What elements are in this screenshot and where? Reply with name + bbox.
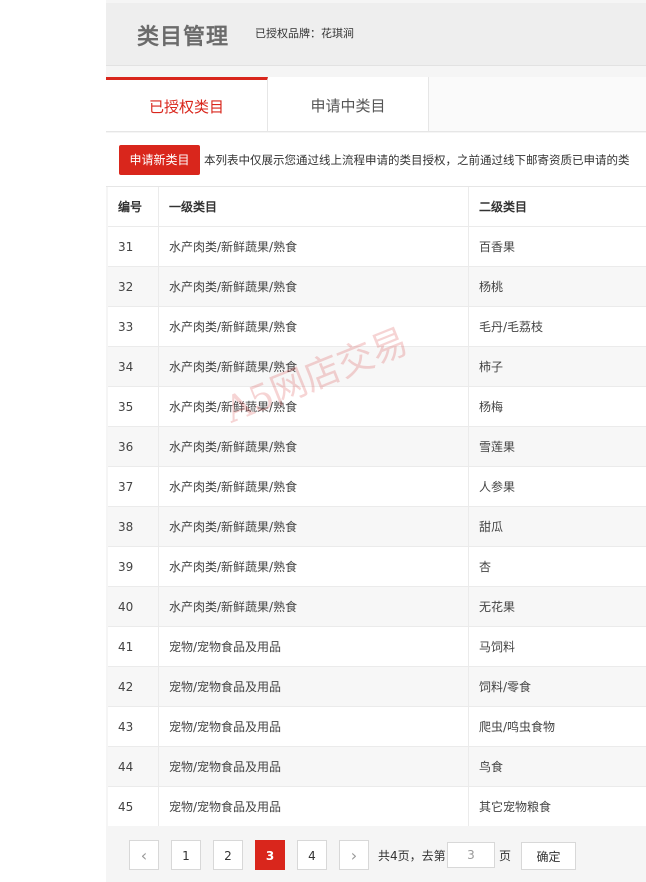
cell-level2-category: 柿子 xyxy=(468,346,646,387)
table-row: 35 水产肉类/新鲜蔬果/熟食 杨梅 xyxy=(108,386,646,427)
page-header: 类目管理 已授权品牌：花琪涧 xyxy=(106,3,646,66)
category-tabs: 已授权类目 申请中类目 xyxy=(106,77,646,132)
cell-level1-category: 水产肉类/新鲜蔬果/熟食 xyxy=(158,426,469,467)
cell-number: 40 xyxy=(108,586,159,627)
cell-number: 36 xyxy=(108,426,159,467)
page-suffix-text: 页 xyxy=(499,849,512,863)
category-table: 编号 一级类目 二级类目 31 水产肉类/新鲜蔬果/熟食 百香果 32 水产肉类/新鲜… xyxy=(108,187,646,827)
cell-number: 43 xyxy=(108,706,159,747)
table-row: 37 水产肉类/新鲜蔬果/熟食 人参果 xyxy=(108,466,646,507)
table-row: 41 宠物/宠物食品及用品 马饲料 xyxy=(108,626,646,667)
cell-number: 39 xyxy=(108,546,159,587)
cell-level2-category: 毛丹/毛荔枝 xyxy=(468,306,646,347)
page-title: 类目管理 xyxy=(137,25,230,50)
page-button-1[interactable]: 1 xyxy=(171,840,201,870)
cell-level1-category: 水产肉类/新鲜蔬果/熟食 xyxy=(158,386,469,427)
cell-number: 32 xyxy=(108,266,159,307)
cell-level1-category: 水产肉类/新鲜蔬果/熟食 xyxy=(158,306,469,347)
cell-level2-category: 爬虫/鸣虫食物 xyxy=(468,706,646,747)
cell-level2-category: 甜瓜 xyxy=(468,506,646,547)
authorized-brand-label: 已授权品牌：花琪涧 xyxy=(255,27,354,40)
table-row: 45 宠物/宠物食品及用品 其它宠物粮食 xyxy=(108,786,646,827)
page-margin xyxy=(0,0,106,882)
category-management-panel: 类目管理 已授权品牌：花琪涧 已授权类目 申请中类目 申请新类目 本列表中仅展示… xyxy=(106,0,646,882)
cell-level1-category: 水产肉类/新鲜蔬果/熟食 xyxy=(158,506,469,547)
cell-number: 31 xyxy=(108,226,159,267)
cell-number: 33 xyxy=(108,306,159,347)
cell-level2-category: 饲料/零食 xyxy=(468,666,646,707)
cell-level1-category: 宠物/宠物食品及用品 xyxy=(158,706,469,747)
cell-number: 44 xyxy=(108,746,159,787)
cell-level1-category: 水产肉类/新鲜蔬果/熟食 xyxy=(158,346,469,387)
total-pages-text: 共4页，去第 xyxy=(378,849,446,863)
cell-level1-category: 水产肉类/新鲜蔬果/熟食 xyxy=(158,586,469,627)
cell-level2-category: 无花果 xyxy=(468,586,646,627)
cell-number: 34 xyxy=(108,346,159,387)
table-row: 31 水产肉类/新鲜蔬果/熟食 百香果 xyxy=(108,226,646,267)
page-button-3-current[interactable]: 3 xyxy=(255,840,285,870)
pagination: ‹ 1 2 3 4 › 共4页，去第 页 确定 xyxy=(106,826,646,882)
prev-page-icon[interactable]: ‹ xyxy=(129,840,159,870)
list-notice-text: 本列表中仅展示您通过线上流程申请的类目授权，之前通过线下邮寄资质已申请的类 xyxy=(204,153,630,167)
cell-level1-category: 宠物/宠物食品及用品 xyxy=(158,786,469,827)
cell-level2-category: 雪莲果 xyxy=(468,426,646,467)
cell-level1-category: 水产肉类/新鲜蔬果/熟食 xyxy=(158,546,469,587)
cell-level1-category: 宠物/宠物食品及用品 xyxy=(158,746,469,787)
table-row: 43 宠物/宠物食品及用品 爬虫/鸣虫食物 xyxy=(108,706,646,747)
cell-number: 41 xyxy=(108,626,159,667)
cell-level1-category: 宠物/宠物食品及用品 xyxy=(158,626,469,667)
toolbar: 申请新类目 本列表中仅展示您通过线上流程申请的类目授权，之前通过线下邮寄资质已申… xyxy=(106,133,646,187)
apply-new-category-button[interactable]: 申请新类目 xyxy=(119,145,200,175)
page-button-2[interactable]: 2 xyxy=(213,840,243,870)
table-row: 44 宠物/宠物食品及用品 鸟食 xyxy=(108,746,646,787)
tab-pending-categories[interactable]: 申请中类目 xyxy=(268,77,429,131)
goto-confirm-button[interactable]: 确定 xyxy=(521,842,576,870)
cell-level1-category: 宠物/宠物食品及用品 xyxy=(158,666,469,707)
cell-number: 45 xyxy=(108,786,159,827)
next-page-icon[interactable]: › xyxy=(339,840,369,870)
tab-bar-filler xyxy=(429,77,646,131)
cell-level2-category: 杨桃 xyxy=(468,266,646,307)
table-row: 38 水产肉类/新鲜蔬果/熟食 甜瓜 xyxy=(108,506,646,547)
cell-level2-category: 杏 xyxy=(468,546,646,587)
page-button-4[interactable]: 4 xyxy=(297,840,327,870)
cell-level2-category: 鸟食 xyxy=(468,746,646,787)
table-row: 39 水产肉类/新鲜蔬果/熟食杏 xyxy=(108,546,646,587)
table-row: 42 宠物/宠物食品及用品 饲料/零食 xyxy=(108,666,646,707)
cell-number: 38 xyxy=(108,506,159,547)
cell-number: 37 xyxy=(108,466,159,507)
table-row: 33 水产肉类/新鲜蔬果/熟食 毛丹/毛荔枝 xyxy=(108,306,646,347)
cell-level2-category: 马饲料 xyxy=(468,626,646,667)
column-header-level1-category: 一级类目 xyxy=(158,187,469,227)
column-header-number: 编号 xyxy=(108,187,159,227)
cell-level1-category: 水产肉类/新鲜蔬果/熟食 xyxy=(158,226,469,267)
table-row: 32 水产肉类/新鲜蔬果/熟食 杨桃 xyxy=(108,266,646,307)
cell-level2-category: 百香果 xyxy=(468,226,646,267)
cell-level2-category: 其它宠物粮食 xyxy=(468,786,646,827)
table-row: 34 水产肉类/新鲜蔬果/熟食 柿子 xyxy=(108,346,646,387)
cell-number: 35 xyxy=(108,386,159,427)
table-row: 36 水产肉类/新鲜蔬果/熟食 雪莲果 xyxy=(108,426,646,467)
column-header-level2-category: 二级类目 xyxy=(468,187,646,227)
cell-number: 42 xyxy=(108,666,159,707)
cell-level2-category: 杨梅 xyxy=(468,386,646,427)
cell-level2-category: 人参果 xyxy=(468,466,646,507)
table-row: 40 水产肉类/新鲜蔬果/熟食 无花果 xyxy=(108,586,646,627)
table-header-row: 编号 一级类目 二级类目 xyxy=(108,187,646,227)
tab-authorized-categories[interactable]: 已授权类目 xyxy=(106,77,268,131)
cell-level1-category: 水产肉类/新鲜蔬果/熟食 xyxy=(158,266,469,307)
cell-level1-category: 水产肉类/新鲜蔬果/熟食 xyxy=(158,466,469,507)
goto-page-input[interactable] xyxy=(447,842,495,868)
